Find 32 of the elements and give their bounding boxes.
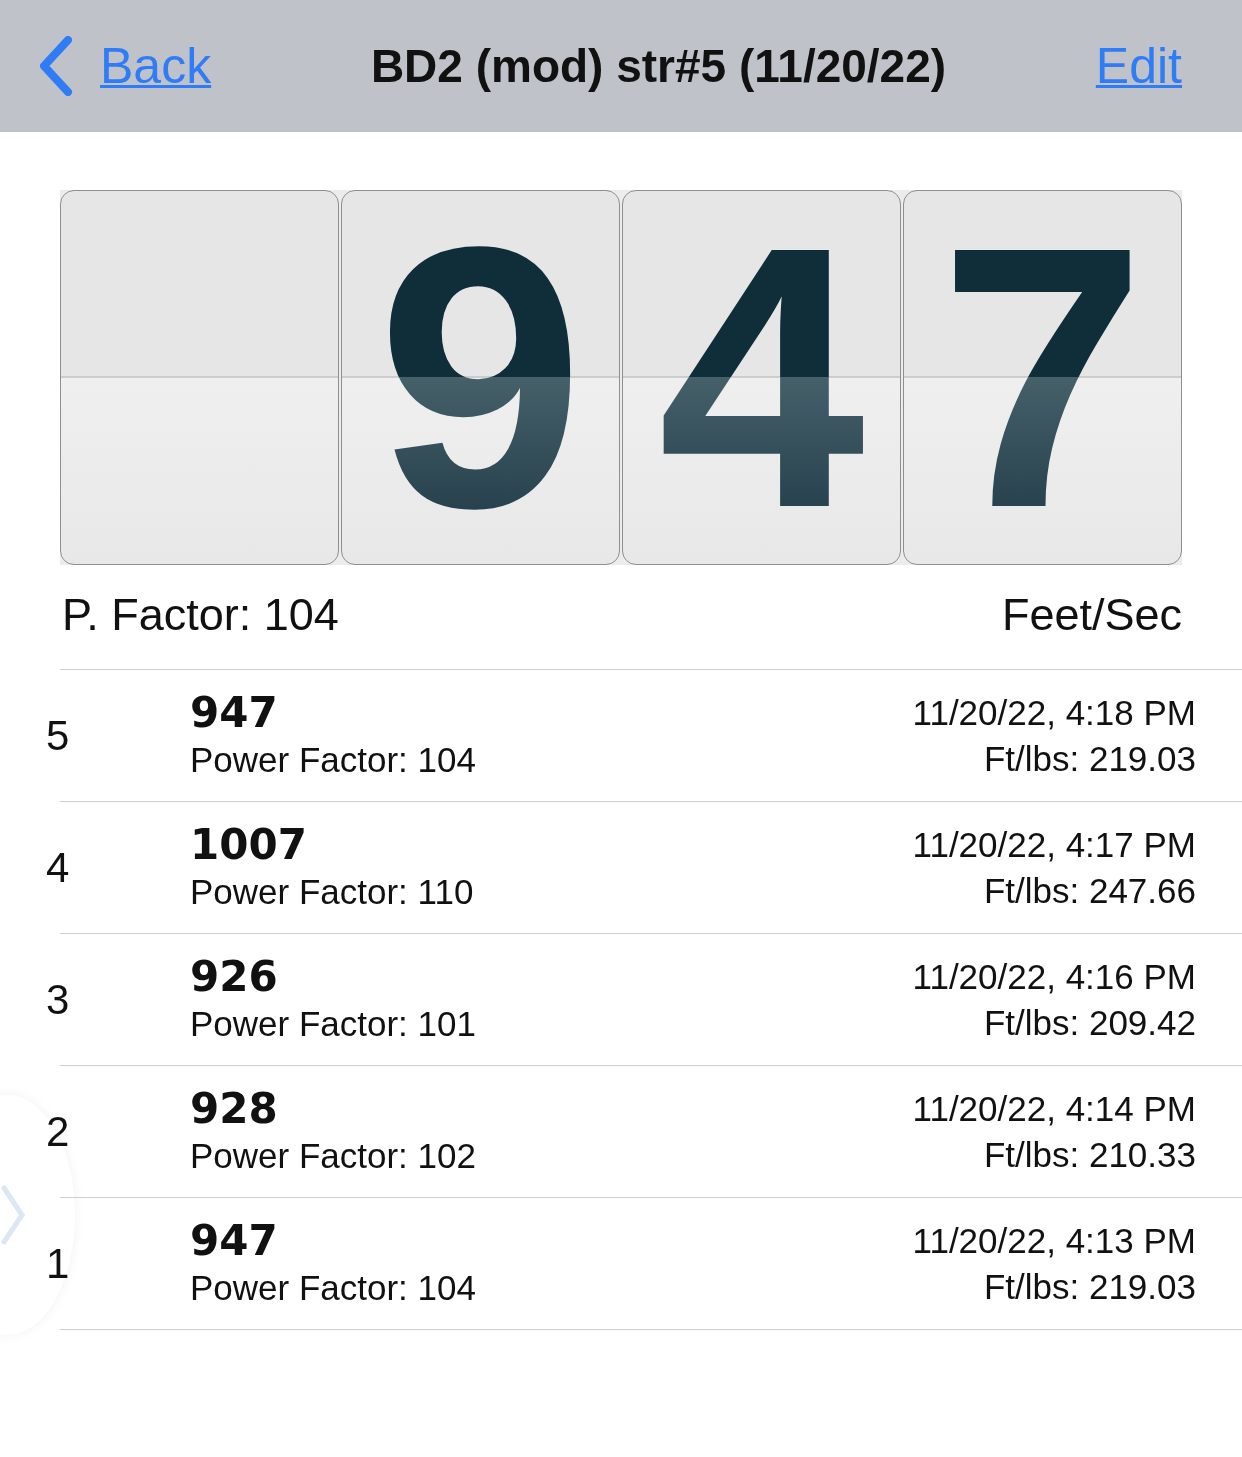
shot-energy: Ft/lbs: 219.03 — [983, 737, 1196, 780]
back-chevron-icon — [38, 36, 74, 96]
shot-energy: Ft/lbs: 219.03 — [983, 1265, 1196, 1308]
shot-number: 5 — [46, 711, 70, 760]
shot-time: 11/20/22, 4:18 PM — [912, 691, 1196, 734]
shot-power-factor: Power Factor: 101 — [190, 1002, 477, 1045]
shot-speed: 1007 — [190, 820, 308, 869]
power-factor-label: P. Factor: 104 — [62, 589, 339, 641]
shot-number: 1 — [46, 1239, 70, 1288]
unit-label: Feet/Sec — [1001, 589, 1182, 641]
shot-power-factor: Power Factor: 110 — [190, 870, 475, 913]
shot-time: 11/20/22, 4:14 PM — [912, 1087, 1196, 1130]
shot-speed: 928 — [190, 1084, 279, 1133]
page-title: BD2 (mod) str#5 (11/20/22) — [369, 39, 948, 93]
shot-speed: 926 — [190, 952, 279, 1001]
back-link[interactable]: Back — [38, 36, 212, 96]
shot-speed: 947 — [190, 688, 279, 737]
shot-time: 11/20/22, 4:13 PM — [912, 1219, 1196, 1262]
shot-number: 3 — [46, 975, 70, 1024]
chevron-right-icon — [1, 1185, 25, 1245]
shot-time: 11/20/22, 4:16 PM — [912, 955, 1196, 998]
shot-power-factor: Power Factor: 104 — [190, 1266, 477, 1309]
shot-number: 2 — [46, 1107, 70, 1156]
shot-power-factor: Power Factor: 102 — [190, 1134, 477, 1177]
shot-speed: 947 — [190, 1216, 279, 1265]
shot-energy: Ft/lbs: 210.33 — [983, 1133, 1196, 1176]
shot-energy: Ft/lbs: 209.42 — [983, 1001, 1196, 1044]
shot-number: 4 — [46, 843, 70, 892]
shot-energy: Ft/lbs: 247.66 — [983, 869, 1196, 912]
shot-power-factor: Power Factor: 104 — [190, 738, 477, 781]
edit-link[interactable]: Edit — [1095, 37, 1182, 95]
shot-time: 11/20/22, 4:17 PM — [912, 823, 1196, 866]
